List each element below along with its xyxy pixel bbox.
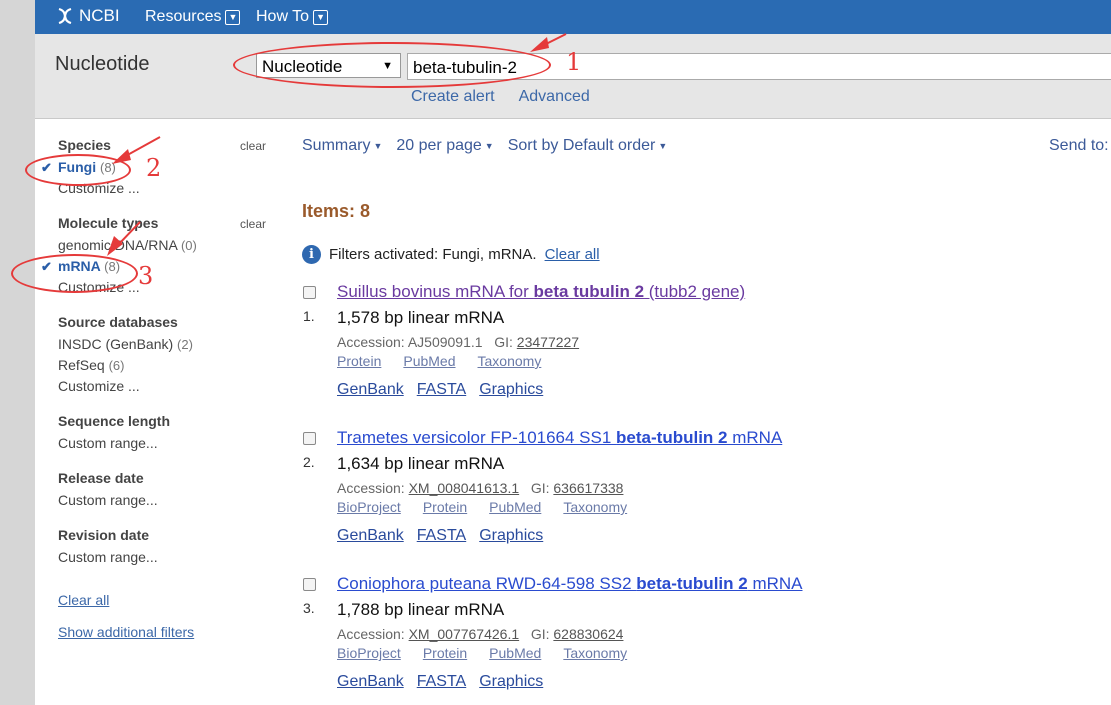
annotation-arrows [107,33,567,256]
arrowhead-icon [112,149,131,164]
arrowhead-icon [107,236,123,256]
arrowhead-icon [530,37,549,52]
